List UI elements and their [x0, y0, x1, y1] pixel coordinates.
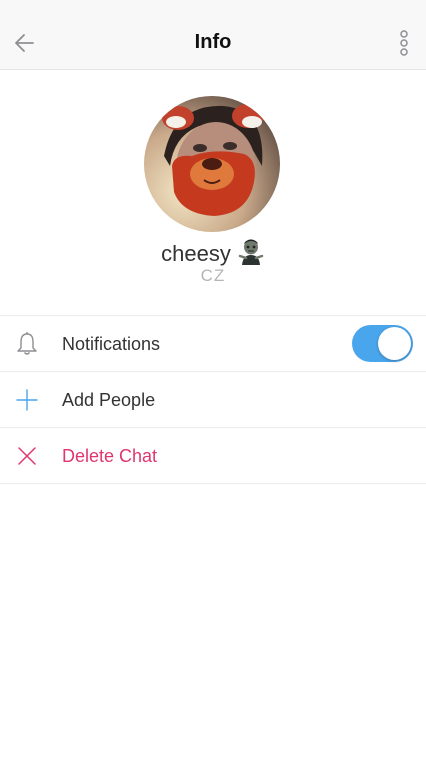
close-icon	[14, 443, 40, 469]
notifications-label: Notifications	[62, 334, 161, 354]
zombie-emoji-icon	[237, 238, 265, 266]
notifications-toggle[interactable]	[352, 325, 413, 362]
username: CZ	[200, 266, 226, 285]
navigation-bar: Info	[0, 0, 426, 70]
toggle-knob	[378, 327, 411, 360]
notifications-row: Notifications	[0, 316, 426, 372]
page-title: Info	[194, 31, 232, 53]
delete-chat-row[interactable]: Delete Chat	[0, 428, 426, 484]
add-people-label: Add People	[62, 390, 156, 410]
display-name: cheesy	[161, 241, 231, 266]
delete-chat-label: Delete Chat	[62, 446, 158, 466]
profile-section: cheesy CZ	[0, 70, 426, 316]
add-people-row[interactable]: Add People	[0, 372, 426, 428]
bell-icon	[14, 331, 40, 357]
display-name-row: cheesy	[0, 238, 426, 268]
avatar[interactable]	[144, 96, 280, 232]
more-vertical-icon[interactable]	[397, 30, 411, 58]
options-list: Notifications Add People Delete Chat	[0, 315, 426, 484]
plus-icon	[14, 387, 40, 413]
